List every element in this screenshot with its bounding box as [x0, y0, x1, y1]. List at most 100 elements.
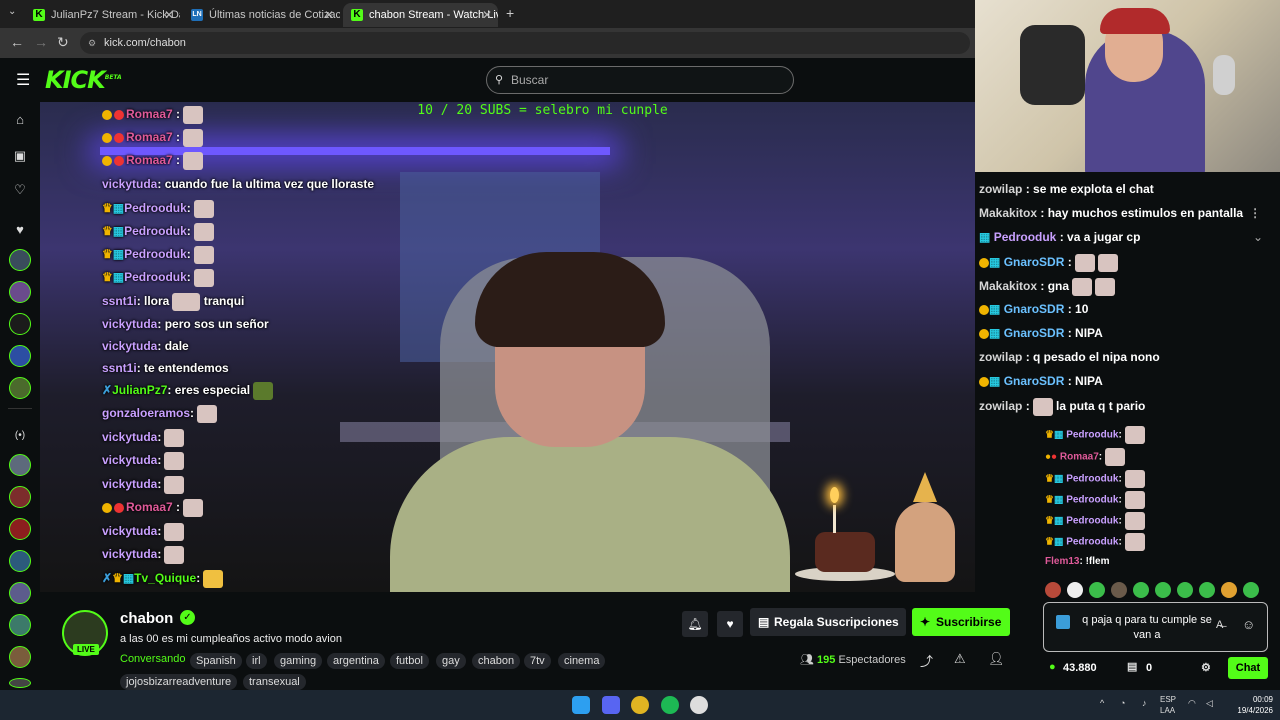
tag-chip[interactable]: irl — [246, 653, 267, 669]
chat-send-button[interactable]: Chat — [1228, 657, 1268, 679]
chevron-down-icon[interactable]: ⌄ — [1253, 230, 1263, 244]
emote-icon[interactable] — [1045, 582, 1061, 598]
chrome-icon[interactable] — [631, 696, 649, 714]
chat-username: Tv_Quique — [134, 571, 197, 586]
hamburger-menu-icon[interactable]: ☰ — [16, 70, 30, 90]
tag-chip[interactable]: Spanish — [190, 653, 242, 669]
home-icon[interactable]: ⌂ — [12, 112, 28, 128]
birthday-cake — [815, 532, 875, 572]
emote-icon[interactable] — [1089, 582, 1105, 598]
emote-icon[interactable] — [1243, 582, 1259, 598]
sidebar-channel-avatar[interactable] — [9, 678, 31, 688]
streamer-shirt — [390, 437, 790, 592]
chat-text: : q pesado el nipa nono — [1025, 350, 1160, 364]
profile-icon[interactable]: 👤︎ — [988, 651, 1005, 667]
sidebar-channel-avatar[interactable] — [9, 518, 31, 540]
more-options-icon[interactable]: ⋮ — [1249, 206, 1261, 220]
emote-icon[interactable] — [1221, 582, 1237, 598]
stream-category[interactable]: Conversando — [120, 653, 185, 665]
start-icon[interactable] — [572, 696, 590, 714]
tag-chip[interactable]: gaming — [274, 653, 323, 669]
reload-icon[interactable]: ↻ — [57, 34, 69, 51]
tag-chip[interactable]: jojosbizarreadventure — [120, 674, 238, 690]
back-icon[interactable]: ← — [10, 34, 24, 50]
network-icon[interactable]: ◔ — [1120, 698, 1125, 708]
emoji-icon[interactable]: ☺ — [1242, 617, 1255, 632]
video-chat-line: ✗JulianPz7: eres especial — [102, 382, 274, 400]
chat-settings-icon[interactable]: ⚙ — [1201, 661, 1211, 674]
tab-menu-icon[interactable]: ⌄ — [8, 6, 16, 17]
points-count[interactable]: 43.880 — [1063, 662, 1097, 674]
emote-icon[interactable] — [1067, 582, 1083, 598]
sidebar-channel-avatar[interactable] — [9, 582, 31, 604]
close-tab-icon[interactable]: ✕ — [482, 3, 492, 27]
emote-icon[interactable] — [1111, 582, 1127, 598]
discord-icon[interactable] — [602, 696, 620, 714]
language-indicator[interactable]: ESP LAA — [1160, 694, 1176, 716]
app-icon[interactable] — [690, 696, 708, 714]
chat-text: : — [1118, 429, 1122, 441]
tag-chip[interactable]: transexual — [243, 674, 306, 690]
emote-icon — [1097, 254, 1118, 272]
tab-chabon-stream[interactable]: K chabon Stream - Watch Live ✕ — [343, 3, 498, 27]
emote-icon[interactable] — [1133, 582, 1149, 598]
favorites-heart-icon[interactable]: ♥ — [12, 222, 28, 238]
chat-message-input[interactable]: q paja q para tu cumple se van a A̶ ☺ — [1043, 602, 1268, 652]
badge-icon — [102, 133, 112, 143]
search-input[interactable]: ⚲ Buscar — [486, 66, 794, 94]
tab-kick-dashboard[interactable]: K JulianPz7 Stream - Kick Dashbo ✕ — [25, 3, 180, 27]
system-clock[interactable]: 00:09 19/4/2026 — [1228, 694, 1273, 716]
emote-icon — [1095, 278, 1116, 296]
recommended-icon[interactable]: (•) — [12, 428, 28, 444]
sidebar-channel-avatar[interactable] — [9, 550, 31, 572]
tag-chip[interactable]: cinema — [558, 653, 606, 669]
close-tab-icon[interactable]: ✕ — [164, 3, 174, 27]
following-icon[interactable]: ♡ — [12, 182, 28, 198]
site-info-icon[interactable]: ⚙ — [88, 32, 96, 54]
tag-chip[interactable]: argentina — [327, 653, 385, 669]
url-field[interactable]: ⚙ kick.com/chabon — [80, 32, 970, 54]
kick-logo[interactable]: KICKBETA — [45, 66, 122, 94]
video-player[interactable]: 10 / 20 SUBS = selebro mi cunple Romaa7 … — [40, 102, 975, 592]
tag-chip[interactable]: chabon — [472, 653, 521, 669]
gift-icon[interactable]: ▤ — [1127, 660, 1137, 673]
tag-chip[interactable]: futbol — [390, 653, 429, 669]
wifi-icon[interactable]: ◠ — [1188, 698, 1196, 709]
sidebar-channel-avatar[interactable] — [9, 454, 31, 476]
chat-footer: ● 43.880 ▤ 0 ⚙ Chat — [1043, 657, 1268, 681]
emote-icon — [164, 546, 185, 564]
gift-subs-button[interactable]: ▤ Regala Suscripciones — [750, 608, 906, 636]
notification-bell-button[interactable]: 🔔︎ — [682, 611, 708, 637]
close-tab-icon[interactable]: ✕ — [324, 3, 334, 27]
mic-icon[interactable]: ♪ — [1142, 698, 1147, 708]
tag-chip[interactable]: gay — [436, 653, 466, 669]
emote-icon[interactable] — [1199, 582, 1215, 598]
sidebar-channel-avatar[interactable] — [9, 377, 31, 399]
new-tab-icon[interactable]: + — [506, 5, 514, 21]
subscribe-button[interactable]: ✦ Suscribirse — [912, 608, 1010, 636]
emote-icon[interactable] — [1155, 582, 1171, 598]
browse-icon[interactable]: ▣ — [12, 148, 28, 164]
sidebar-channel-avatar[interactable] — [9, 345, 31, 367]
channel-name[interactable]: chabon — [120, 610, 173, 627]
share-icon[interactable]: ⤴ — [920, 651, 933, 670]
spotify-icon[interactable] — [661, 696, 679, 714]
follow-heart-button[interactable]: ♥ — [717, 611, 743, 637]
search-placeholder: Buscar — [511, 73, 549, 87]
sidebar-channel-avatar[interactable] — [9, 249, 31, 271]
sidebar-channel-avatar[interactable] — [9, 313, 31, 335]
chat-message: Makakitox : gna — [979, 278, 1116, 296]
tag-chip[interactable]: 7tv — [524, 653, 551, 669]
sidebar-channel-avatar[interactable] — [9, 646, 31, 668]
sidebar-channel-avatar[interactable] — [9, 614, 31, 636]
forward-icon[interactable]: → — [34, 34, 48, 50]
emote-icon[interactable] — [1177, 582, 1193, 598]
tab-cotizacion[interactable]: LN Últimas noticias de Cotización d ✕ — [183, 3, 340, 27]
report-icon[interactable]: ⚠ — [954, 651, 966, 667]
chat-text: : llora — [136, 294, 170, 309]
sidebar-channel-avatar[interactable] — [9, 281, 31, 303]
tray-chevron-icon[interactable]: ^ — [1100, 698, 1104, 708]
translate-icon[interactable]: A̶ — [1216, 619, 1223, 631]
sidebar-channel-avatar[interactable] — [9, 486, 31, 508]
volume-icon[interactable]: ◁ — [1206, 698, 1213, 709]
